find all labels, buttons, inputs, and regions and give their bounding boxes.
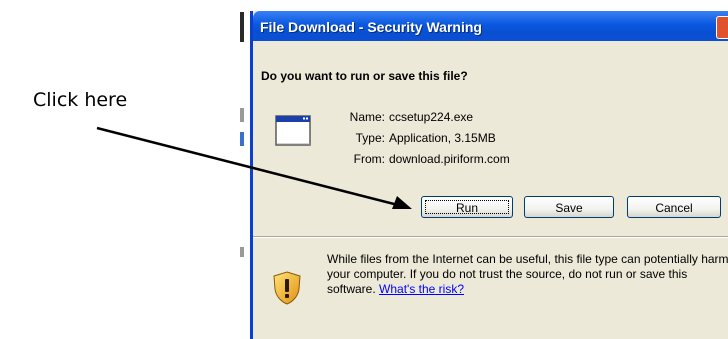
cancel-button[interactable]: Cancel — [627, 196, 721, 218]
background-window-edge — [240, 132, 244, 146]
titlebar[interactable]: File Download - Security Warning — [253, 11, 728, 41]
close-button[interactable] — [716, 16, 728, 39]
click-here-annotation: Click here — [33, 89, 128, 111]
save-button-label: Save — [555, 201, 583, 215]
divider — [253, 236, 728, 238]
dialog-title: File Download - Security Warning — [260, 19, 482, 35]
type-label: Type: — [355, 131, 385, 145]
background-window-edge — [240, 12, 244, 42]
security-shield-icon — [273, 271, 301, 305]
cancel-button-label: Cancel — [655, 201, 693, 215]
background-window-edge — [240, 247, 244, 257]
name-label: Name: — [349, 110, 385, 124]
file-info-labels: Name: Type: From: — [335, 107, 385, 170]
run-button[interactable]: Run — [421, 196, 513, 218]
application-file-icon — [275, 115, 311, 146]
whats-the-risk-link[interactable]: What's the risk? — [379, 282, 464, 296]
file-source-value: download.piriform.com — [389, 152, 510, 166]
background-window-edge — [240, 108, 244, 122]
security-warning-text: While files from the Internet can be use… — [327, 252, 728, 297]
from-label: From: — [353, 152, 385, 166]
focus-rectangle — [425, 200, 509, 214]
question-text: Do you want to run or save this file? — [261, 69, 468, 83]
file-info-values: ccsetup224.exe Application, 3.15MB downl… — [389, 107, 510, 170]
file-name-value: ccsetup224.exe — [389, 110, 474, 124]
save-button[interactable]: Save — [524, 196, 614, 218]
file-download-dialog: File Download - Security Warning Do you … — [250, 11, 728, 339]
file-type-value: Application, 3.15MB — [389, 131, 496, 145]
